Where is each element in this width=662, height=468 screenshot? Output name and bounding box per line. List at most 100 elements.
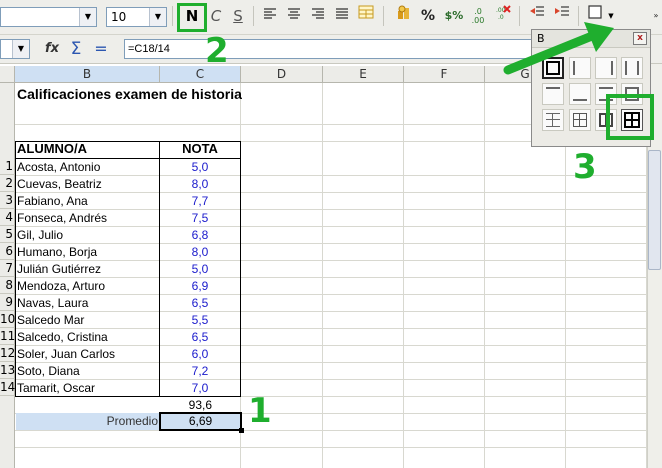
student-name-cell[interactable]: Salcedo Mar bbox=[17, 312, 159, 328]
function-wizard-button[interactable]: fx bbox=[42, 39, 62, 59]
chevron-down-icon[interactable]: ▼ bbox=[12, 40, 29, 58]
name-box[interactable]: ▼ bbox=[0, 39, 30, 59]
merge-cells-icon[interactable] bbox=[355, 5, 377, 27]
column-header[interactable]: D bbox=[241, 66, 323, 83]
row-header[interactable]: 5 bbox=[0, 226, 15, 243]
toolbar-separator bbox=[383, 6, 384, 26]
fill-handle[interactable] bbox=[239, 428, 244, 433]
grade-cell[interactable]: 6,9 bbox=[160, 278, 240, 294]
font-size-value: 10 bbox=[111, 10, 127, 24]
table-border bbox=[15, 141, 16, 397]
grade-cell[interactable]: 6,8 bbox=[160, 227, 240, 243]
toolbar-overflow-icon[interactable]: » bbox=[650, 4, 662, 30]
currency-format-icon[interactable] bbox=[393, 5, 415, 27]
student-name-cell[interactable]: Fonseca, Andrés bbox=[17, 210, 159, 226]
row-header[interactable]: 10 bbox=[0, 311, 15, 328]
green-arrow-icon bbox=[503, 22, 614, 75]
grade-cell[interactable]: 6,0 bbox=[160, 346, 240, 362]
align-left-icon[interactable] bbox=[259, 5, 281, 27]
student-name-cell[interactable]: Soto, Diana bbox=[17, 363, 159, 379]
grade-cell[interactable]: 7,0 bbox=[160, 380, 240, 396]
border-all-button[interactable] bbox=[569, 109, 591, 131]
border-inner-horizontal-button[interactable] bbox=[542, 109, 564, 131]
font-size-combo[interactable]: 10 ▼ bbox=[106, 7, 167, 27]
column-header[interactable]: F bbox=[404, 66, 485, 83]
underline-button[interactable]: S bbox=[227, 5, 249, 27]
font-name-combo[interactable]: ▼ bbox=[0, 7, 97, 27]
toolbar-separator bbox=[172, 6, 173, 26]
grade-cell[interactable]: 7,2 bbox=[160, 363, 240, 379]
add-decimal-button[interactable]: .0 .00 bbox=[467, 5, 489, 27]
header-grade[interactable]: NOTA bbox=[160, 141, 240, 158]
grade-cell[interactable]: 7,5 bbox=[160, 210, 240, 226]
grade-cell[interactable]: 5,0 bbox=[160, 159, 240, 175]
sheet-title[interactable]: Calificaciones examen de historia bbox=[17, 85, 242, 125]
column-header[interactable]: E bbox=[323, 66, 404, 83]
grade-cell[interactable]: 8,0 bbox=[160, 244, 240, 260]
grade-cell[interactable]: 5,0 bbox=[160, 261, 240, 277]
student-name-cell[interactable]: Soler, Juan Carlos bbox=[17, 346, 159, 362]
chevron-down-icon[interactable]: ▼ bbox=[79, 8, 96, 26]
student-name-cell[interactable]: Salcedo, Cristina bbox=[17, 329, 159, 345]
select-all-corner[interactable] bbox=[0, 66, 15, 83]
student-name-cell[interactable]: Gil, Julio bbox=[17, 227, 159, 243]
border-top-button[interactable] bbox=[542, 83, 564, 105]
standard-format-button[interactable]: $% bbox=[443, 5, 465, 27]
student-name-cell[interactable]: Humano, Borja bbox=[17, 244, 159, 260]
row-header[interactable]: 14 bbox=[0, 379, 15, 396]
student-name-cell[interactable]: Acosta, Antonio bbox=[17, 159, 159, 175]
row-header[interactable]: 3 bbox=[0, 192, 15, 209]
grade-cell[interactable]: 7,7 bbox=[160, 193, 240, 209]
chevron-down-icon[interactable]: ▼ bbox=[149, 8, 166, 26]
column-header[interactable]: B bbox=[15, 66, 160, 83]
formula-input[interactable]: =C18/14 bbox=[124, 39, 534, 59]
scrollbar-thumb[interactable] bbox=[648, 150, 661, 270]
column-header[interactable]: C bbox=[160, 66, 241, 83]
row-header[interactable]: 7 bbox=[0, 260, 15, 277]
row-header[interactable]: 6 bbox=[0, 243, 15, 260]
align-center-icon[interactable] bbox=[283, 5, 305, 27]
student-name-cell[interactable]: Tamarit, Oscar bbox=[17, 380, 159, 396]
sum-button[interactable]: Σ bbox=[66, 39, 86, 59]
gridline bbox=[15, 430, 647, 431]
row-header[interactable]: 8 bbox=[0, 277, 15, 294]
row-header[interactable]: 4 bbox=[0, 209, 15, 226]
border-bottom-button[interactable] bbox=[569, 83, 591, 105]
table-border bbox=[15, 158, 241, 159]
student-name-cell[interactable]: Julián Gutiérrez bbox=[17, 261, 159, 277]
step1-label: 1 bbox=[248, 391, 272, 431]
table-border bbox=[159, 141, 160, 397]
student-name-cell[interactable]: Mendoza, Arturo bbox=[17, 278, 159, 294]
average-label-cell[interactable]: Promedio bbox=[16, 413, 160, 430]
header-student[interactable]: ALUMNO/A bbox=[17, 141, 160, 158]
row-header[interactable]: 12 bbox=[0, 345, 15, 362]
justify-icon[interactable] bbox=[331, 5, 353, 27]
sum-cell[interactable]: 93,6 bbox=[160, 397, 240, 413]
italic-button[interactable]: C bbox=[205, 5, 227, 27]
close-icon[interactable]: x bbox=[633, 32, 647, 45]
row-header[interactable]: 13 bbox=[0, 362, 15, 379]
student-name-cell[interactable]: Fabiano, Ana bbox=[17, 193, 159, 209]
student-name-cell[interactable]: Navas, Laura bbox=[17, 295, 159, 311]
border-left-right-button[interactable] bbox=[621, 57, 643, 79]
average-value-cell[interactable]: 6,69 bbox=[159, 412, 242, 431]
step2-label: 2 bbox=[205, 31, 229, 71]
grade-cell[interactable]: 5,5 bbox=[160, 312, 240, 328]
align-right-icon[interactable] bbox=[307, 5, 329, 27]
row-header[interactable]: 11 bbox=[0, 328, 15, 345]
grade-cell[interactable]: 6,5 bbox=[160, 295, 240, 311]
student-name-cell[interactable]: Cuevas, Beatriz bbox=[17, 176, 159, 192]
percent-format-button[interactable]: % bbox=[417, 5, 439, 27]
table-border bbox=[240, 141, 241, 397]
bold-button[interactable]: N bbox=[181, 5, 203, 27]
step3-label: 3 bbox=[573, 147, 597, 187]
row-header[interactable]: 2 bbox=[0, 175, 15, 192]
row-header[interactable]: 1 bbox=[0, 158, 15, 175]
grade-cell[interactable]: 6,5 bbox=[160, 329, 240, 345]
step3-highlight-box bbox=[606, 94, 654, 140]
table-border bbox=[15, 141, 241, 142]
gridline bbox=[15, 447, 647, 448]
row-header[interactable]: 9 bbox=[0, 294, 15, 311]
grade-cell[interactable]: 8,0 bbox=[160, 176, 240, 192]
function-button[interactable]: = bbox=[91, 39, 111, 59]
